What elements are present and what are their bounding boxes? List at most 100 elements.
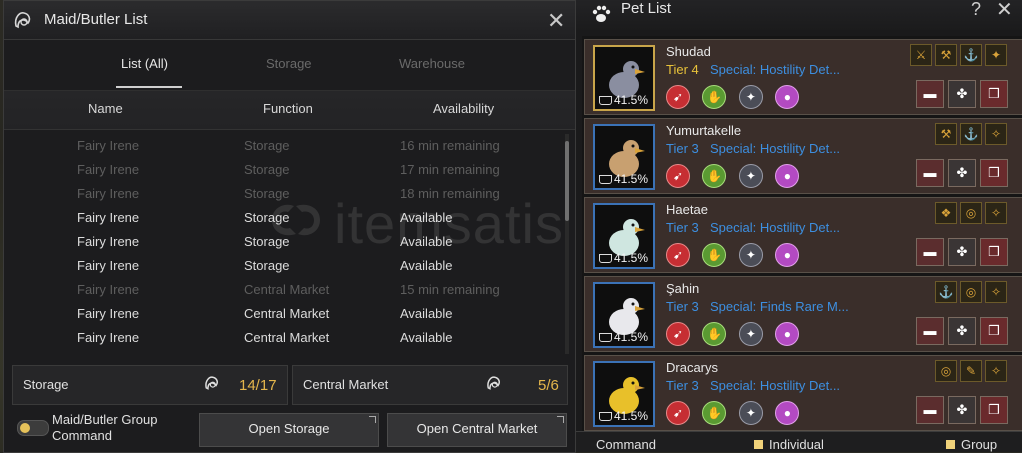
pet-trait-icon: ✧	[985, 281, 1007, 303]
maid-row[interactable]: Fairy Irene Storage Available	[4, 206, 564, 230]
seal-pet-button[interactable]: ❒	[980, 317, 1008, 345]
maid-list-scroll-thumb[interactable]	[565, 141, 569, 221]
maid-row[interactable]: Fairy Irene Storage Available	[4, 230, 564, 254]
maid-close-icon[interactable]: ✕	[547, 10, 565, 32]
pet-portrait[interactable]: 41.5%	[593, 203, 655, 269]
tab-storage[interactable]: Storage	[266, 56, 312, 71]
feed-button[interactable]: ▬	[916, 396, 944, 424]
gather-skill-icon[interactable]: ✋	[702, 85, 727, 109]
expand-corner-icon	[369, 416, 376, 423]
pet-info-button[interactable]: ✤	[948, 317, 976, 345]
paw-icon	[590, 3, 612, 30]
pet-actions: ▬ ✤ ❒	[912, 317, 1008, 345]
pet-actions: ▬ ✤ ❒	[912, 396, 1008, 424]
pet-name: Yumurtakelle	[666, 123, 742, 138]
maid-availability: Available	[400, 258, 453, 273]
pet-card[interactable]: 41.5% Yumurtakelle Tier 3 Special: Hosti…	[584, 118, 1022, 194]
expand-corner-icon	[557, 416, 564, 423]
pet-traits: ⚓ ◎ ✧	[932, 281, 1007, 303]
pet-trait-icon: ⚒	[935, 44, 957, 66]
pet-trait-icon: ◎	[935, 360, 957, 382]
pet-info-button[interactable]: ✤	[948, 80, 976, 108]
pet-skills: ➹ ✋ ✦ ●	[666, 322, 807, 346]
seal-pet-button[interactable]: ❒	[980, 159, 1008, 187]
pet-info-button[interactable]: ✤	[948, 159, 976, 187]
tab-list-all[interactable]: List (All)	[121, 56, 168, 71]
pet-skills: ➹ ✋ ✦ ●	[666, 243, 807, 267]
pet-portrait[interactable]: 41.5%	[593, 282, 655, 348]
pet-info-button[interactable]: ✤	[948, 238, 976, 266]
seal-pet-button[interactable]: ❒	[980, 396, 1008, 424]
food-bowl-icon	[599, 96, 612, 106]
compass-skill-icon[interactable]: ✦	[738, 164, 763, 188]
feed-button[interactable]: ▬	[916, 238, 944, 266]
pet-portrait[interactable]: 41.5%	[593, 124, 655, 190]
compass-skill-icon[interactable]: ✦	[738, 322, 763, 346]
compass-skill-icon[interactable]: ✦	[738, 85, 763, 109]
attack-skill-icon[interactable]: ➹	[666, 401, 690, 425]
help-icon[interactable]: ?	[971, 0, 981, 20]
individual-command[interactable]: Individual	[754, 437, 824, 452]
pet-info-button[interactable]: ✤	[948, 396, 976, 424]
pet-name: Şahin	[666, 281, 700, 296]
feed-button[interactable]: ▬	[916, 317, 944, 345]
loot-skill-icon[interactable]: ●	[775, 164, 800, 188]
command-label: Command	[596, 437, 656, 452]
group-command[interactable]: Group	[946, 437, 997, 452]
pet-portrait[interactable]: 41.5%	[593, 45, 655, 111]
pet-close-icon[interactable]: ✕	[996, 0, 1013, 22]
maid-availability: Available	[400, 306, 453, 321]
feed-button[interactable]: ▬	[916, 80, 944, 108]
maid-row[interactable]: Fairy Irene Storage 18 min remaining	[4, 182, 564, 206]
food-bowl-icon	[599, 412, 612, 422]
maid-row[interactable]: Fairy Irene Central Market Available	[4, 302, 564, 326]
gather-skill-icon[interactable]: ✋	[702, 322, 727, 346]
maid-name: Fairy Irene	[77, 210, 140, 225]
loot-skill-icon[interactable]: ●	[775, 322, 800, 346]
pet-trait-icon: ✧	[985, 123, 1007, 145]
compass-skill-icon[interactable]: ✦	[738, 401, 763, 425]
maid-icon	[203, 374, 221, 397]
maid-availability: Available	[400, 330, 453, 345]
feed-button[interactable]: ▬	[916, 159, 944, 187]
food-bowl-icon	[599, 175, 612, 185]
pet-card[interactable]: 41.5% Dracarys Tier 3 Special: Hostility…	[584, 355, 1022, 431]
pet-card[interactable]: 41.5% Haetae Tier 3 Special: Hostility D…	[584, 197, 1022, 273]
loot-skill-icon[interactable]: ●	[775, 401, 800, 425]
individual-label: Individual	[769, 437, 824, 452]
attack-skill-icon[interactable]: ➹	[666, 85, 690, 109]
pet-card[interactable]: 41.5% Şahin Tier 3 Special: Finds Rare M…	[584, 276, 1022, 352]
tab-warehouse[interactable]: Warehouse	[399, 56, 465, 71]
pet-hunger-value: 41.5%	[614, 251, 649, 265]
attack-skill-icon[interactable]: ➹	[666, 243, 690, 267]
maid-row[interactable]: Fairy Irene Central Market Available	[4, 326, 564, 350]
maid-availability: 18 min remaining	[400, 186, 500, 201]
gather-skill-icon[interactable]: ✋	[702, 243, 727, 267]
maid-icon	[485, 374, 503, 397]
seal-pet-button[interactable]: ❒	[980, 80, 1008, 108]
pet-portrait[interactable]: 41.5%	[593, 361, 655, 427]
seal-pet-button[interactable]: ❒	[980, 238, 1008, 266]
gather-skill-icon[interactable]: ✋	[702, 164, 727, 188]
gather-skill-icon[interactable]: ✋	[702, 401, 727, 425]
loot-skill-icon[interactable]: ●	[775, 85, 800, 109]
maid-name: Fairy Irene	[77, 282, 140, 297]
pet-traits: ⚒ ⚓ ✧	[932, 123, 1007, 145]
maid-window-titlebar[interactable]: Maid/Butler List ✕	[4, 1, 575, 40]
open-storage-button[interactable]: Open Storage	[199, 413, 379, 447]
group-command-toggle[interactable]	[17, 420, 49, 436]
pet-special: Special: Hostility Det...	[710, 378, 841, 393]
maid-row[interactable]: Fairy Irene Storage 17 min remaining	[4, 158, 564, 182]
pet-window-titlebar[interactable]: Pet List ? ✕	[576, 0, 1022, 30]
loot-skill-icon[interactable]: ●	[775, 243, 800, 267]
pet-trait-icon: ❖	[935, 202, 957, 224]
maid-row[interactable]: Fairy Irene Central Market 15 min remainin…	[4, 278, 564, 302]
maid-row[interactable]: Fairy Irene Storage Available	[4, 254, 564, 278]
pet-card[interactable]: 41.5% Shudad Tier 4 Special: Hostility D…	[584, 39, 1022, 115]
attack-skill-icon[interactable]: ➹	[666, 164, 690, 188]
compass-skill-icon[interactable]: ✦	[738, 243, 763, 267]
attack-skill-icon[interactable]: ➹	[666, 322, 690, 346]
open-central-market-button[interactable]: Open Central Market	[387, 413, 567, 447]
maid-row[interactable]: Fairy Irene Storage 16 min remaining	[4, 134, 564, 158]
maid-function: Storage	[244, 138, 290, 153]
